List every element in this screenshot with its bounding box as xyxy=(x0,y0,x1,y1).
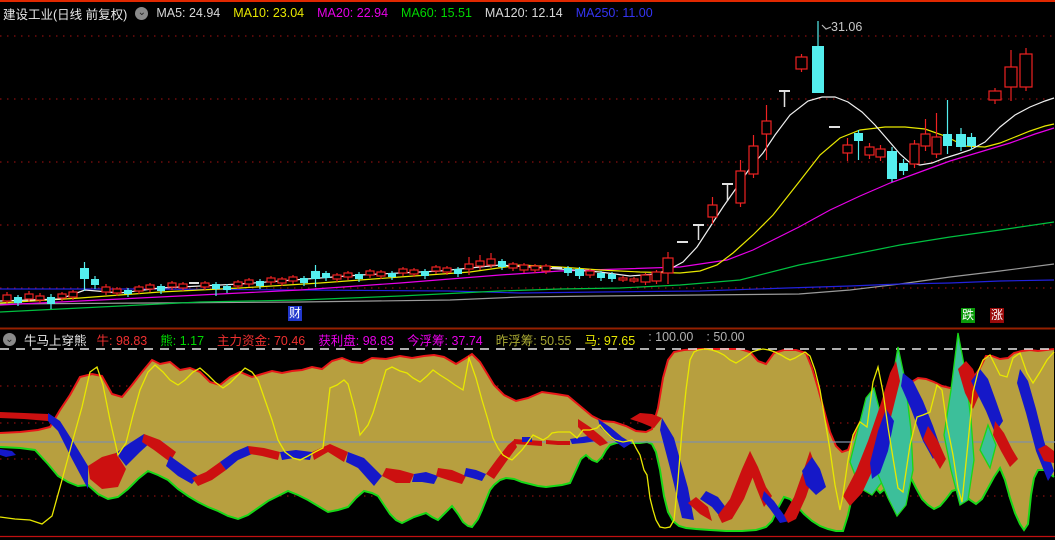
ma-legend: MA5: 24.94 MA10: 23.04 MA20: 22.94 MA60: 15… xyxy=(156,6,665,20)
tdx-app-window: 建设工业(日线 前复权) ⌄ MA5: 24.94 MA10: 23.04 MA20… xyxy=(0,0,1055,540)
ma-legend-item-3: MA60: 15.51 xyxy=(401,6,472,20)
indicator-name[interactable]: 牛马上穿熊 xyxy=(24,330,87,349)
event-badge-cai[interactable]: 财 xyxy=(288,306,303,321)
indicator-value-8: : 50.00 xyxy=(706,330,745,344)
price-chart-header: 建设工业(日线 前复权) ⌄ MA5: 24.94 MA10: 23.04 MA20… xyxy=(3,4,666,22)
indicator-value-2: 主力资金: 70.46 xyxy=(217,334,306,348)
indicator-value-3: 获利盘: 98.83 xyxy=(318,334,394,348)
high-price-annotation: 31.06 xyxy=(831,20,863,34)
indicator-value-7: : 100.00 xyxy=(648,330,694,344)
collapse-chevron-icon[interactable]: ⌄ xyxy=(3,333,16,346)
collapse-chevron-icon[interactable]: ⌄ xyxy=(135,6,149,20)
indicator-value-1: 熊: 1.17 xyxy=(160,334,205,348)
indicator-value-6: 马: 97.65 xyxy=(584,334,636,348)
stock-title[interactable]: 建设工业(日线 前复权) xyxy=(3,4,127,23)
indicator-value-0: 牛: 98.83 xyxy=(96,334,148,348)
ma-legend-item-4: MA120: 12.14 xyxy=(484,6,563,20)
indicator-legend: 牛: 98.83 熊: 1.17 主力资金: 70.46 获利盘: 98.83 今浮筹:… xyxy=(97,330,758,349)
ma-legend-item-1: MA10: 23.04 xyxy=(233,6,305,20)
indicator-value-5: 昨浮筹: 50.55 xyxy=(495,334,572,348)
ma-legend-item-0: MA5: 24.94 xyxy=(156,6,221,20)
ma-legend-item-5: MA250: 11.00 xyxy=(575,6,653,20)
event-badge-zhang[interactable]: 涨 xyxy=(990,308,1005,323)
event-badge-die[interactable]: 跌 xyxy=(961,308,976,323)
chart-canvas xyxy=(0,0,1055,538)
indicator-header: ⌄ 牛马上穿熊 牛: 98.83 熊: 1.17 主力资金: 70.46 获利盘: 9… xyxy=(3,330,758,349)
ma-legend-item-2: MA20: 22.94 xyxy=(317,6,389,20)
indicator-value-4: 今浮筹: 37.74 xyxy=(407,334,483,348)
